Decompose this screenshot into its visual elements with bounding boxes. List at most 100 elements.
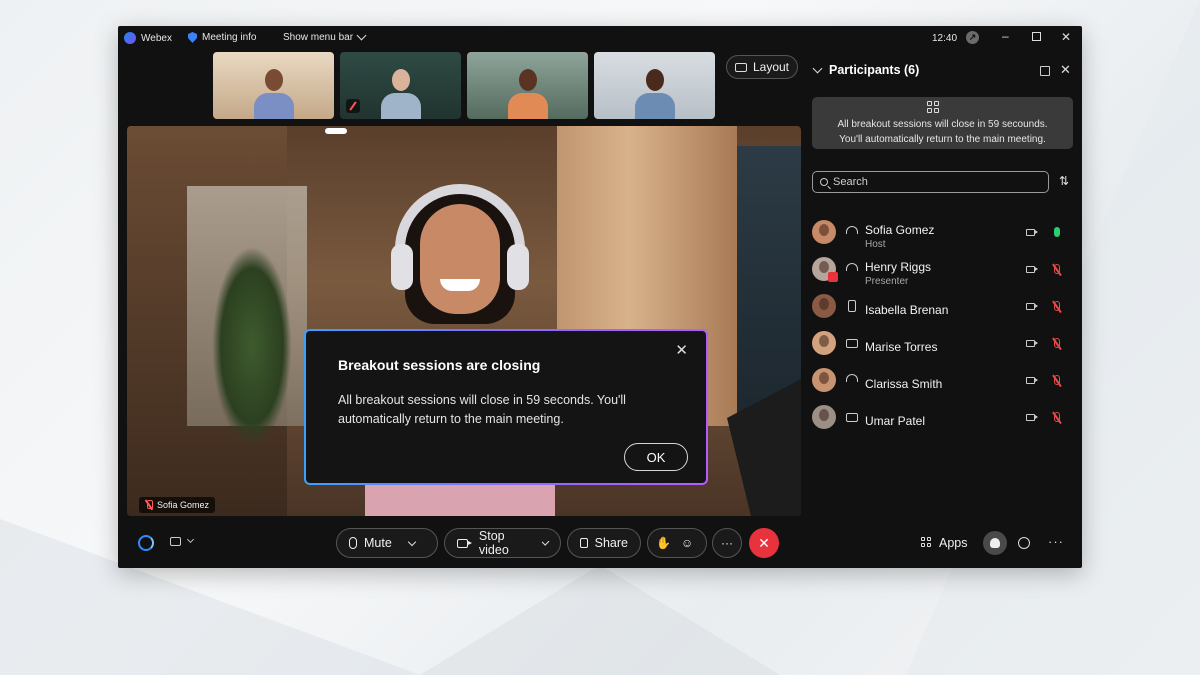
- breakout-closing-dialog: Breakout sessions are closing ✕ All brea…: [304, 329, 708, 485]
- close-icon[interactable]: ✕: [675, 343, 688, 358]
- speaker-name: Sofia Gomez: [157, 500, 210, 510]
- participant-role: Presenter: [865, 276, 909, 287]
- video-thumbnail[interactable]: [213, 52, 334, 119]
- speaker-name-tag: Sofia Gomez: [139, 497, 216, 513]
- search-icon: [820, 178, 828, 186]
- video-icon[interactable]: [1026, 377, 1038, 384]
- participant-row[interactable]: Clarissa Smith: [812, 368, 1074, 405]
- participant-search[interactable]: [812, 171, 1049, 193]
- chevron-down-icon[interactable]: [541, 537, 550, 546]
- participant-video: [634, 69, 675, 119]
- headset-icon: [846, 374, 858, 382]
- video-icon[interactable]: [1026, 229, 1038, 236]
- video-thumbnail[interactable]: [594, 52, 715, 119]
- muted-mic-icon[interactable]: [1054, 338, 1060, 348]
- close-window-icon[interactable]: ✕: [1061, 31, 1071, 43]
- participant-name: Sofia Gomez: [865, 223, 935, 237]
- camera-icon: [457, 538, 472, 548]
- search-input[interactable]: [833, 176, 1033, 188]
- chevron-down-icon: [356, 30, 367, 41]
- microphone-on-icon[interactable]: [1054, 227, 1060, 237]
- avatar: [812, 368, 836, 392]
- muted-mic-icon[interactable]: [1054, 375, 1060, 385]
- video-icon[interactable]: [1026, 303, 1038, 310]
- participant-video: [253, 69, 294, 119]
- reactions-group: ✋ ☺: [647, 528, 707, 558]
- close-icon: ✕: [758, 534, 770, 551]
- clock: 12:40: [932, 33, 958, 44]
- participant-row[interactable]: Sofia Gomez Host: [812, 220, 1074, 257]
- show-menu-bar-button[interactable]: Show menu bar: [283, 30, 367, 43]
- headset-icon: [846, 263, 858, 271]
- participant-row[interactable]: Marise Torres: [812, 331, 1074, 368]
- dialog-message: All breakout sessions will close in 59 s…: [338, 393, 626, 426]
- breakout-icon: [927, 101, 941, 115]
- webex-logo-icon: [124, 32, 136, 44]
- share-button[interactable]: Share: [567, 528, 641, 558]
- more-options-button[interactable]: ···: [712, 528, 742, 558]
- status-badge-icon[interactable]: ↗: [966, 31, 979, 44]
- meeting-info-label: Meeting info: [202, 32, 257, 43]
- muted-mic-icon[interactable]: [1054, 301, 1060, 311]
- sort-icon[interactable]: ⇅: [1059, 174, 1069, 188]
- video-icon[interactable]: [1026, 340, 1038, 347]
- muted-mic-icon[interactable]: [1054, 412, 1060, 422]
- participant-name: Marise Torres: [865, 340, 938, 354]
- apps-icon: [921, 537, 933, 549]
- captions-icon[interactable]: [170, 537, 181, 546]
- breakout-notice: All breakout sessions will close in 59 s…: [812, 97, 1073, 149]
- more-icon[interactable]: ···: [1048, 534, 1064, 549]
- app-title: Webex: [124, 32, 172, 44]
- ok-button[interactable]: OK: [624, 443, 688, 471]
- phone-icon: [848, 300, 856, 312]
- participants-button[interactable]: [983, 531, 1007, 555]
- mute-label: Mute: [364, 536, 392, 550]
- apps-button[interactable]: Apps: [921, 536, 968, 550]
- panel-header[interactable]: Participants (6): [812, 63, 919, 77]
- video-thumbnail[interactable]: [340, 52, 461, 119]
- notice-line-1: All breakout sessions will close in 59 s…: [837, 119, 1048, 130]
- ai-assistant-icon[interactable]: [138, 535, 154, 551]
- avatar: [812, 220, 836, 244]
- shield-icon: [188, 32, 197, 43]
- maximize-icon[interactable]: [1032, 32, 1041, 41]
- end-call-button[interactable]: ✕: [749, 528, 779, 558]
- meeting-control-bar: Mute Stop video Share ✋ ☺ ··· ✕ Apps ···: [118, 524, 1082, 564]
- muted-mic-icon[interactable]: [1054, 264, 1060, 274]
- minimize-icon[interactable]: –: [1002, 30, 1009, 42]
- participant-name: Umar Patel: [865, 414, 926, 428]
- participant-list: Sofia Gomez Host Henry Riggs Presenter I…: [812, 220, 1074, 442]
- stop-video-label: Stop video: [478, 529, 509, 557]
- reactions-icon[interactable]: ☺: [681, 536, 693, 550]
- meeting-info-button[interactable]: Meeting info: [188, 32, 256, 43]
- participant-row[interactable]: Isabella Brenan: [812, 294, 1074, 331]
- sharing-icon: [828, 272, 838, 282]
- share-screen-icon: [580, 538, 588, 548]
- pop-out-icon[interactable]: [1040, 66, 1050, 76]
- mute-button[interactable]: Mute: [336, 528, 438, 558]
- participant-row[interactable]: Umar Patel: [812, 405, 1074, 442]
- participant-row[interactable]: Henry Riggs Presenter: [812, 257, 1074, 294]
- avatar: [812, 405, 836, 429]
- app-name: Webex: [141, 32, 172, 44]
- video-icon[interactable]: [1026, 414, 1038, 421]
- close-icon[interactable]: ✕: [1060, 62, 1071, 78]
- participant-video: [380, 69, 421, 119]
- dialog-title: Breakout sessions are closing: [338, 357, 541, 373]
- chevron-down-icon[interactable]: [812, 63, 823, 73]
- laptop-icon: [846, 413, 858, 422]
- chat-icon[interactable]: [1018, 537, 1030, 549]
- share-label: Share: [594, 536, 628, 550]
- participant-name: Clarissa Smith: [865, 377, 943, 391]
- layout-button[interactable]: Layout: [726, 55, 798, 79]
- video-thumbnail[interactable]: [467, 52, 588, 119]
- chevron-down-icon[interactable]: [186, 535, 195, 544]
- video-icon[interactable]: [1026, 266, 1038, 273]
- webex-meeting-window: Webex Meeting info Show menu bar 12:40 ↗…: [118, 26, 1082, 568]
- stop-video-button[interactable]: Stop video: [444, 528, 561, 558]
- participant-name: Henry Riggs: [865, 260, 932, 274]
- participant-role: Host: [865, 239, 886, 250]
- raise-hand-icon[interactable]: ✋: [656, 536, 671, 550]
- participant-name: Isabella Brenan: [865, 303, 949, 317]
- chevron-down-icon[interactable]: [407, 537, 417, 546]
